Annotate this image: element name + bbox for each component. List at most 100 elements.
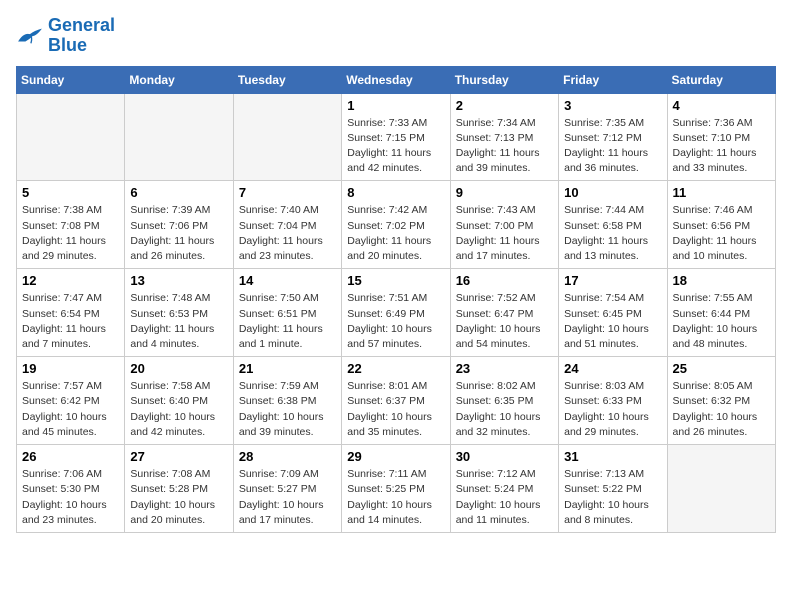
day-number: 24 [564,361,661,376]
day-info: Sunrise: 7:55 AMSunset: 6:44 PMDaylight:… [673,291,770,352]
day-number: 7 [239,185,336,200]
page-header: General Blue [16,16,776,56]
calendar-cell: 6 Sunrise: 7:39 AMSunset: 7:06 PMDaylight… [125,181,233,269]
day-info: Sunrise: 7:35 AMSunset: 7:12 PMDaylight:… [564,116,661,177]
day-info: Sunrise: 7:11 AMSunset: 5:25 PMDaylight:… [347,467,444,528]
calendar-cell [667,445,775,533]
calendar-cell: 3Sunrise: 7:35 AMSunset: 7:12 PMDaylight… [559,93,667,181]
day-number: 5 [22,185,119,200]
calendar-cell: 9 Sunrise: 7:43 AMSunset: 7:00 PMDaylight… [450,181,558,269]
day-number: 29 [347,449,444,464]
day-info: Sunrise: 7:48 AMSunset: 6:53 PMDaylight:… [130,291,227,352]
day-number: 28 [239,449,336,464]
day-info: Sunrise: 7:08 AMSunset: 5:28 PMDaylight:… [130,467,227,528]
day-info: Sunrise: 8:02 AMSunset: 6:35 PMDaylight:… [456,379,553,440]
calendar-week-row: 12 Sunrise: 7:47 AMSunset: 6:54 PMDayligh… [17,269,776,357]
day-number: 30 [456,449,553,464]
day-of-week-header: Tuesday [233,66,341,93]
day-of-week-header: Thursday [450,66,558,93]
calendar-cell: 22Sunrise: 8:01 AMSunset: 6:37 PMDayligh… [342,357,450,445]
day-info: Sunrise: 7:40 AMSunset: 7:04 PMDaylight:… [239,203,336,264]
day-info: Sunrise: 7:06 AMSunset: 5:30 PMDaylight:… [22,467,119,528]
calendar-week-row: 5 Sunrise: 7:38 AMSunset: 7:08 PMDaylight… [17,181,776,269]
calendar-cell: 1 Sunrise: 7:33 AMSunset: 7:15 PMDaylight… [342,93,450,181]
calendar-cell: 24 Sunrise: 8:03 AMSunset: 6:33 PMDayligh… [559,357,667,445]
day-info: Sunrise: 7:13 AMSunset: 5:22 PMDaylight:… [564,467,661,528]
day-number: 18 [673,273,770,288]
calendar-cell [17,93,125,181]
day-info: Sunrise: 7:34 AMSunset: 7:13 PMDaylight:… [456,116,553,177]
day-info: Sunrise: 7:39 AMSunset: 7:06 PMDaylight:… [130,203,227,264]
day-number: 31 [564,449,661,464]
calendar-cell [233,93,341,181]
calendar-cell: 25Sunrise: 8:05 AMSunset: 6:32 PMDayligh… [667,357,775,445]
calendar-cell: 15 Sunrise: 7:51 AMSunset: 6:49 PMDayligh… [342,269,450,357]
day-info: Sunrise: 8:03 AMSunset: 6:33 PMDaylight:… [564,379,661,440]
calendar-cell: 10 Sunrise: 7:44 AMSunset: 6:58 PMDayligh… [559,181,667,269]
day-number: 4 [673,98,770,113]
day-info: Sunrise: 7:43 AMSunset: 7:00 PMDaylight:… [456,203,553,264]
calendar-cell: 17Sunrise: 7:54 AMSunset: 6:45 PMDayligh… [559,269,667,357]
day-number: 1 [347,98,444,113]
calendar-cell: 27 Sunrise: 7:08 AMSunset: 5:28 PMDayligh… [125,445,233,533]
day-number: 2 [456,98,553,113]
day-number: 8 [347,185,444,200]
calendar-cell [125,93,233,181]
calendar-cell: 20 Sunrise: 7:58 AMSunset: 6:40 PMDayligh… [125,357,233,445]
day-info: Sunrise: 7:50 AMSunset: 6:51 PMDaylight:… [239,291,336,352]
day-number: 14 [239,273,336,288]
logo-icon [16,25,44,47]
day-info: Sunrise: 7:51 AMSunset: 6:49 PMDaylight:… [347,291,444,352]
calendar-cell: 8 Sunrise: 7:42 AMSunset: 7:02 PMDaylight… [342,181,450,269]
day-number: 20 [130,361,227,376]
calendar-cell: 19Sunrise: 7:57 AMSunset: 6:42 PMDayligh… [17,357,125,445]
calendar-cell: 23 Sunrise: 8:02 AMSunset: 6:35 PMDayligh… [450,357,558,445]
calendar-header-row: SundayMondayTuesdayWednesdayThursdayFrid… [17,66,776,93]
calendar-cell: 7 Sunrise: 7:40 AMSunset: 7:04 PMDaylight… [233,181,341,269]
day-number: 21 [239,361,336,376]
day-number: 10 [564,185,661,200]
day-number: 15 [347,273,444,288]
calendar-cell: 30 Sunrise: 7:12 AMSunset: 5:24 PMDayligh… [450,445,558,533]
calendar-cell: 16 Sunrise: 7:52 AMSunset: 6:47 PMDayligh… [450,269,558,357]
day-info: Sunrise: 7:42 AMSunset: 7:02 PMDaylight:… [347,203,444,264]
day-number: 6 [130,185,227,200]
day-number: 11 [673,185,770,200]
day-info: Sunrise: 7:09 AMSunset: 5:27 PMDaylight:… [239,467,336,528]
logo-text: General Blue [48,16,115,56]
day-number: 27 [130,449,227,464]
calendar-cell: 4Sunrise: 7:36 AMSunset: 7:10 PMDaylight… [667,93,775,181]
day-info: Sunrise: 7:59 AMSunset: 6:38 PMDaylight:… [239,379,336,440]
calendar-cell: 18 Sunrise: 7:55 AMSunset: 6:44 PMDayligh… [667,269,775,357]
day-number: 9 [456,185,553,200]
calendar-cell: 2 Sunrise: 7:34 AMSunset: 7:13 PMDaylight… [450,93,558,181]
calendar-cell: 14 Sunrise: 7:50 AMSunset: 6:51 PMDayligh… [233,269,341,357]
calendar-cell: 5 Sunrise: 7:38 AMSunset: 7:08 PMDaylight… [17,181,125,269]
calendar-cell: 31 Sunrise: 7:13 AMSunset: 5:22 PMDayligh… [559,445,667,533]
day-info: Sunrise: 7:47 AMSunset: 6:54 PMDaylight:… [22,291,119,352]
day-of-week-header: Friday [559,66,667,93]
calendar-week-row: 26 Sunrise: 7:06 AMSunset: 5:30 PMDayligh… [17,445,776,533]
day-number: 17 [564,273,661,288]
day-number: 22 [347,361,444,376]
day-info: Sunrise: 7:57 AMSunset: 6:42 PMDaylight:… [22,379,119,440]
calendar-week-row: 19Sunrise: 7:57 AMSunset: 6:42 PMDayligh… [17,357,776,445]
day-of-week-header: Monday [125,66,233,93]
calendar-cell: 13Sunrise: 7:48 AMSunset: 6:53 PMDayligh… [125,269,233,357]
day-info: Sunrise: 7:52 AMSunset: 6:47 PMDaylight:… [456,291,553,352]
calendar-cell: 12 Sunrise: 7:47 AMSunset: 6:54 PMDayligh… [17,269,125,357]
day-number: 16 [456,273,553,288]
day-info: Sunrise: 7:12 AMSunset: 5:24 PMDaylight:… [456,467,553,528]
day-of-week-header: Sunday [17,66,125,93]
day-number: 26 [22,449,119,464]
day-number: 23 [456,361,553,376]
day-info: Sunrise: 7:38 AMSunset: 7:08 PMDaylight:… [22,203,119,264]
day-info: Sunrise: 7:58 AMSunset: 6:40 PMDaylight:… [130,379,227,440]
day-info: Sunrise: 7:44 AMSunset: 6:58 PMDaylight:… [564,203,661,264]
day-of-week-header: Saturday [667,66,775,93]
calendar-week-row: 1 Sunrise: 7:33 AMSunset: 7:15 PMDaylight… [17,93,776,181]
calendar-table: SundayMondayTuesdayWednesdayThursdayFrid… [16,66,776,533]
day-info: Sunrise: 7:33 AMSunset: 7:15 PMDaylight:… [347,116,444,177]
day-number: 12 [22,273,119,288]
calendar-cell: 28 Sunrise: 7:09 AMSunset: 5:27 PMDayligh… [233,445,341,533]
